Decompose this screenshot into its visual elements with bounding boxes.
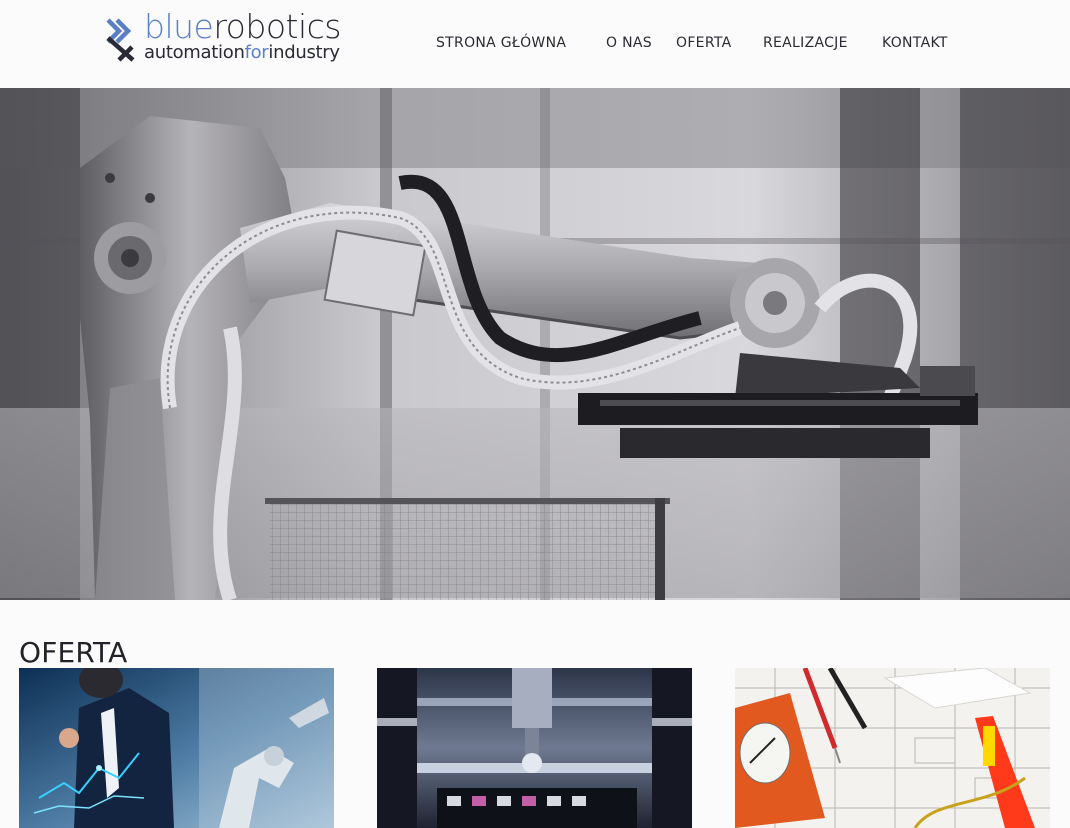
offer-card-1[interactable]	[19, 668, 334, 828]
hero-robot-arm-image	[0, 88, 1070, 600]
site-header: bluerobotics automationforindustry STRON…	[0, 0, 1070, 88]
offer-section-title: OFERTA	[19, 636, 128, 670]
main-nav: STRONA GŁÓWNA O NAS OFERTA REALIZACJE KO…	[0, 33, 1070, 55]
nav-item-contact[interactable]: KONTAKT	[882, 33, 948, 53]
offer-card-3[interactable]	[735, 668, 1050, 828]
nav-item-about[interactable]: O NAS	[606, 33, 652, 53]
businessman-analytics-image	[19, 668, 334, 828]
hero-banner	[0, 88, 1070, 600]
nav-item-home[interactable]: STRONA GŁÓWNA	[436, 33, 566, 53]
multimeter-schematic-image	[735, 668, 1050, 828]
nav-item-offer[interactable]: OFERTA	[676, 33, 731, 53]
nav-item-projects[interactable]: REALIZACJE	[763, 33, 848, 53]
offer-card-2[interactable]	[377, 668, 692, 828]
production-line-image	[377, 668, 692, 828]
